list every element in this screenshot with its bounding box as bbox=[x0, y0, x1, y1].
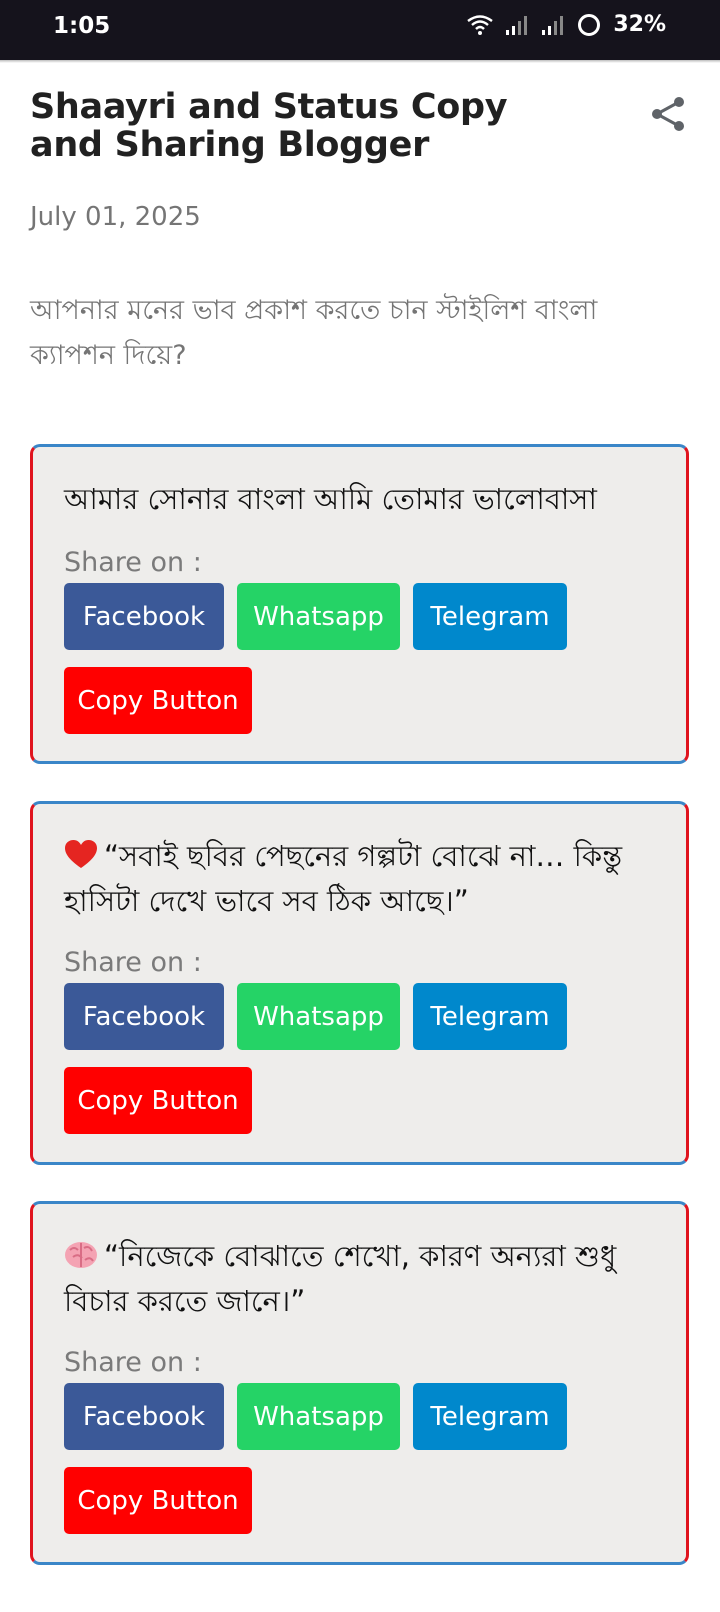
heart-icon bbox=[65, 840, 97, 868]
status-bar: 1:05 32% bbox=[0, 0, 720, 60]
signal-icon bbox=[506, 15, 528, 35]
battery-icon bbox=[578, 13, 601, 36]
quote-text-content: “সবাই ছবির পেছনের গল্পটা বোঝে না… কিন্তু… bbox=[64, 839, 623, 918]
whatsapp-share-button[interactable]: Whatsapp bbox=[237, 983, 400, 1050]
telegram-share-button[interactable]: Telegram bbox=[413, 1383, 567, 1450]
whatsapp-share-button[interactable]: Whatsapp bbox=[237, 1383, 400, 1450]
quote-text-content: “নিজেকে বোঝাতে শেখো, কারণ অন্যরা শুধু বি… bbox=[64, 1239, 617, 1318]
brain-icon bbox=[65, 1242, 97, 1268]
telegram-share-button[interactable]: Telegram bbox=[413, 983, 567, 1050]
quote-card: “নিজেকে বোঝাতে শেখো, কারণ অন্যরা শুধু বি… bbox=[30, 1201, 689, 1565]
share-label: Share on : bbox=[64, 947, 202, 978]
post-title: Shaayri and Status Copy and Sharing Blog… bbox=[30, 87, 508, 165]
copy-button[interactable]: Copy Button bbox=[64, 1467, 252, 1534]
quote-text: “নিজেকে বোঝাতে শেখো, কারণ অন্যরা শুধু বি… bbox=[64, 1234, 664, 1324]
battery-percent: 32% bbox=[613, 12, 666, 37]
post-intro: আপনার মনের ভাব প্রকাশ করতে চান স্টাইলিশ … bbox=[30, 295, 598, 371]
post-date: July 01, 2025 bbox=[30, 202, 201, 232]
quote-card: “সবাই ছবির পেছনের গল্পটা বোঝে না… কিন্তু… bbox=[30, 801, 689, 1165]
facebook-share-button[interactable]: Facebook bbox=[64, 1383, 224, 1450]
page-shadow bbox=[0, 60, 720, 63]
facebook-share-button[interactable]: Facebook bbox=[64, 983, 224, 1050]
status-time: 1:05 bbox=[53, 13, 111, 39]
quote-card: আমার সোনার বাংলা আমি তোমার ভালোবাসা Shar… bbox=[30, 444, 689, 764]
facebook-share-button[interactable]: Facebook bbox=[64, 583, 224, 650]
share-icon[interactable] bbox=[648, 94, 688, 134]
copy-button[interactable]: Copy Button bbox=[64, 1067, 252, 1134]
telegram-share-button[interactable]: Telegram bbox=[413, 583, 567, 650]
quote-text-content: আমার সোনার বাংলা আমি তোমার ভালোবাসা bbox=[64, 482, 597, 516]
share-label: Share on : bbox=[64, 547, 202, 578]
whatsapp-share-button[interactable]: Whatsapp bbox=[237, 583, 400, 650]
copy-button[interactable]: Copy Button bbox=[64, 667, 252, 734]
quote-text: আমার সোনার বাংলা আমি তোমার ভালোবাসা bbox=[64, 477, 664, 522]
signal-icon-2 bbox=[542, 15, 564, 35]
share-label: Share on : bbox=[64, 1347, 202, 1378]
wifi-icon bbox=[467, 14, 494, 35]
status-icons: 32% bbox=[467, 12, 666, 37]
quote-text: “সবাই ছবির পেছনের গল্পটা বোঝে না… কিন্তু… bbox=[64, 834, 664, 924]
